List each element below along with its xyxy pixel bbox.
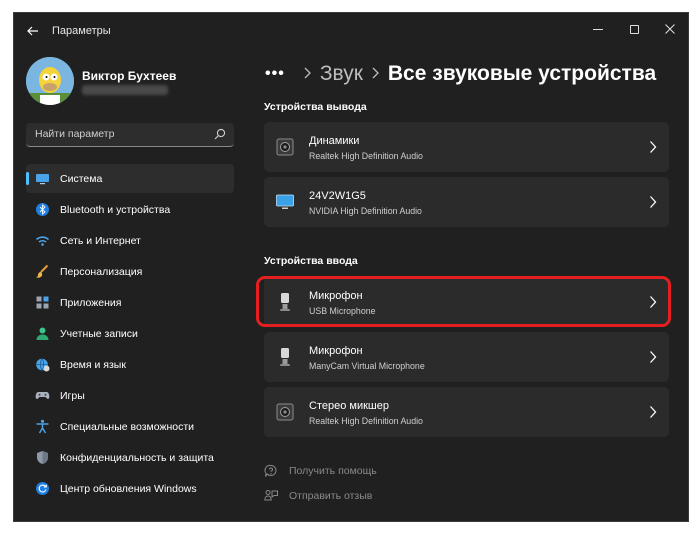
breadcrumb-more-button[interactable]: ••• [265, 65, 285, 83]
input-device-usb-microphone[interactable]: Микрофон USB Microphone [264, 277, 669, 327]
apps-icon [36, 296, 49, 309]
output-device-speakers[interactable]: Динамики Realtek High Definition Audio [264, 122, 669, 172]
user-avatar-icon [26, 57, 74, 105]
speaker-icon [276, 138, 294, 156]
sidebar-item-label: Время и язык [60, 358, 126, 371]
feedback-icon [264, 490, 278, 501]
get-help-label: Получить помощь [289, 465, 377, 477]
close-icon [665, 24, 675, 34]
send-feedback-label: Отправить отзыв [289, 490, 373, 502]
sidebar-item-label: Bluetooth и устройства [60, 203, 171, 216]
input-device-manycam-microphone[interactable]: Микрофон ManyCam Virtual Microphone [264, 332, 669, 382]
settings-window: Параметры Виктор Бухтеев Найти параметр … [13, 12, 689, 522]
sidebar-item-privacy[interactable]: Конфиденциальность и защита [26, 443, 234, 472]
send-feedback-link[interactable]: Отправить отзыв [264, 487, 372, 505]
back-button[interactable] [22, 21, 44, 41]
sidebar-item-apps[interactable]: Приложения [26, 288, 234, 317]
sidebar-item-label: Сеть и Интернет [60, 234, 141, 247]
chevron-right-icon [372, 66, 379, 82]
device-driver: ManyCam Virtual Microphone [309, 361, 425, 371]
close-button[interactable] [652, 17, 688, 41]
user-email-redacted [82, 85, 168, 95]
person-icon [36, 327, 49, 340]
minimize-icon [593, 28, 603, 30]
search-box[interactable] [26, 123, 234, 147]
page-title: Все звуковые устройства [387, 62, 657, 85]
get-help-link[interactable]: Получить помощь [264, 462, 377, 480]
device-driver: Realtek High Definition Audio [309, 416, 423, 426]
output-devices-heading: Устройства вывода [264, 101, 367, 113]
device-driver: NVIDIA High Definition Audio [309, 206, 422, 216]
sidebar-item-accessibility[interactable]: Специальные возможности [26, 412, 234, 441]
breadcrumb: ••• Звук Все звуковые устройства [265, 57, 656, 91]
sidebar-item-label: Специальные возможности [60, 420, 195, 433]
breadcrumb-sound-link[interactable]: Звук [320, 62, 363, 86]
sidebar-item-label: Приложения [60, 296, 122, 309]
monitor-icon [36, 174, 49, 185]
sidebar-nav: Система Bluetooth и устройства Сеть и Ин… [26, 164, 234, 505]
chevron-right-icon [650, 406, 657, 418]
sidebar-item-personalization[interactable]: Персонализация [26, 257, 234, 286]
device-name: Стерео микшер [309, 400, 389, 412]
chevron-right-icon [650, 351, 657, 363]
device-driver: USB Microphone [309, 306, 376, 316]
device-name: 24V2W1G5 [309, 190, 366, 202]
sidebar-item-label: Учетные записи [60, 327, 138, 340]
sidebar-item-label: Система [60, 172, 103, 185]
device-driver: Realtek High Definition Audio [309, 151, 423, 161]
device-name: Динамики [309, 135, 360, 147]
search-icon[interactable] [214, 128, 226, 140]
device-name: Микрофон [309, 345, 363, 357]
bluetooth-icon [36, 203, 49, 216]
chevron-right-icon [304, 66, 311, 82]
user-name: Виктор Бухтеев [82, 69, 177, 83]
gamepad-icon [35, 392, 50, 399]
chevron-right-icon [650, 296, 657, 308]
input-devices-heading: Устройства ввода [264, 255, 358, 267]
sidebar-item-label: Центр обновления Windows [60, 482, 197, 495]
speaker-icon [276, 403, 294, 421]
sidebar-item-gaming[interactable]: Игры [26, 381, 234, 410]
sidebar-item-label: Конфиденциальность и защита [60, 451, 214, 464]
globe-clock-icon [36, 358, 50, 372]
app-title: Параметры [52, 25, 111, 37]
microphone-icon [280, 293, 290, 311]
input-device-stereo-mix[interactable]: Стерео микшер Realtek High Definition Au… [264, 387, 669, 437]
search-input[interactable] [26, 123, 206, 145]
wifi-icon [35, 236, 50, 246]
maximize-button[interactable] [616, 17, 652, 41]
device-name: Микрофон [309, 290, 363, 302]
help-chat-icon [264, 464, 277, 477]
microphone-icon [280, 348, 290, 366]
avatar[interactable] [26, 57, 74, 105]
sidebar-item-accounts[interactable]: Учетные записи [26, 319, 234, 348]
sidebar-item-windows-update[interactable]: Центр обновления Windows [26, 474, 234, 503]
minimize-button[interactable] [580, 17, 616, 41]
arrow-left-icon [27, 26, 38, 36]
shield-icon [37, 451, 48, 464]
maximize-icon [629, 24, 639, 34]
output-device-monitor[interactable]: 24V2W1G5 NVIDIA High Definition Audio [264, 177, 669, 227]
chevron-right-icon [650, 141, 657, 153]
accessibility-icon [36, 419, 49, 434]
update-icon [36, 482, 49, 495]
sidebar-item-label: Персонализация [60, 265, 143, 278]
title-bar: Параметры [14, 13, 688, 49]
chevron-right-icon [650, 196, 657, 208]
sidebar-item-label: Игры [60, 389, 85, 402]
sidebar-item-time-language[interactable]: Время и язык [26, 350, 234, 379]
sidebar-item-system[interactable]: Система [26, 164, 234, 193]
brush-icon [36, 264, 49, 278]
monitor-icon [276, 194, 294, 209]
sidebar-item-network[interactable]: Сеть и Интернет [26, 226, 234, 255]
sidebar-item-bluetooth[interactable]: Bluetooth и устройства [26, 195, 234, 224]
